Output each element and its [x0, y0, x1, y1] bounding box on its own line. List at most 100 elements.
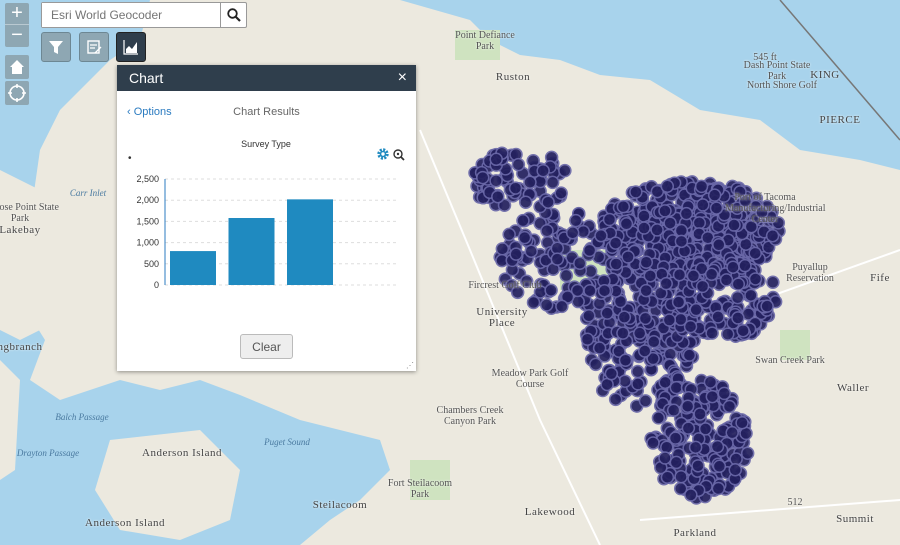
survey-point[interactable]	[639, 283, 653, 298]
survey-point[interactable]	[489, 174, 503, 188]
survey-point[interactable]	[731, 277, 746, 291]
survey-point[interactable]	[491, 189, 505, 204]
survey-point[interactable]	[679, 206, 694, 221]
survey-point[interactable]	[712, 238, 726, 252]
survey-point[interactable]	[658, 204, 672, 218]
survey-point[interactable]	[637, 221, 651, 235]
survey-point[interactable]	[511, 157, 526, 172]
survey-point[interactable]	[731, 311, 745, 325]
survey-point[interactable]	[608, 392, 623, 407]
survey-point[interactable]	[621, 250, 635, 264]
survey-point[interactable]	[760, 299, 774, 313]
home-button[interactable]	[5, 55, 29, 79]
survey-point[interactable]	[629, 185, 643, 199]
survey-point[interactable]	[744, 288, 758, 303]
bar[interactable]	[170, 251, 216, 285]
survey-point[interactable]	[707, 188, 722, 202]
survey-point[interactable]	[717, 386, 732, 401]
survey-point[interactable]	[638, 344, 652, 358]
survey-point[interactable]	[523, 175, 537, 190]
survey-point[interactable]	[740, 446, 755, 460]
survey-point[interactable]	[618, 374, 632, 388]
survey-point[interactable]	[712, 459, 727, 474]
survey-point[interactable]	[695, 279, 710, 294]
survey-point[interactable]	[736, 323, 750, 338]
survey-point[interactable]	[570, 283, 585, 298]
survey-point[interactable]	[582, 243, 597, 258]
survey-point[interactable]	[502, 227, 516, 242]
survey-point[interactable]	[659, 276, 673, 291]
survey-point[interactable]	[489, 152, 503, 167]
survey-point[interactable]	[608, 236, 623, 250]
survey-point[interactable]	[592, 341, 607, 355]
gear-icon[interactable]	[377, 148, 389, 160]
survey-point[interactable]	[475, 170, 490, 185]
bar[interactable]	[287, 199, 333, 285]
survey-point[interactable]	[602, 212, 617, 227]
survey-point[interactable]	[704, 267, 719, 282]
survey-point[interactable]	[540, 224, 554, 238]
survey-point[interactable]	[658, 451, 672, 465]
locate-button[interactable]	[5, 81, 29, 105]
survey-point[interactable]	[721, 327, 735, 341]
survey-point[interactable]	[617, 310, 632, 324]
survey-point[interactable]	[674, 469, 688, 484]
survey-point[interactable]	[609, 257, 623, 271]
survey-point[interactable]	[632, 326, 647, 340]
survey-point[interactable]	[666, 403, 681, 418]
survey-point[interactable]	[662, 313, 677, 327]
survey-point[interactable]	[524, 244, 538, 258]
survey-point[interactable]	[719, 273, 734, 287]
survey-point[interactable]	[559, 268, 574, 283]
survey-point[interactable]	[639, 255, 654, 270]
survey-point[interactable]	[544, 283, 558, 298]
survey-point[interactable]	[565, 226, 580, 240]
survey-point[interactable]	[705, 326, 719, 340]
close-button[interactable]: ×	[398, 69, 407, 87]
filter-button[interactable]	[41, 32, 71, 62]
survey-point[interactable]	[686, 269, 701, 283]
survey-point[interactable]	[748, 246, 762, 261]
survey-point[interactable]	[508, 181, 523, 195]
survey-point[interactable]	[735, 416, 749, 430]
survey-point[interactable]	[597, 283, 612, 298]
survey-point[interactable]	[646, 436, 660, 450]
survey-point[interactable]	[545, 175, 560, 190]
survey-point[interactable]	[663, 216, 677, 230]
survey-point[interactable]	[643, 269, 658, 283]
survey-point[interactable]	[689, 302, 703, 317]
survey-point[interactable]	[650, 223, 664, 237]
survey-point[interactable]	[516, 213, 530, 228]
survey-point[interactable]	[684, 488, 698, 502]
survey-point[interactable]	[536, 164, 550, 178]
survey-point[interactable]	[711, 481, 726, 496]
zoom-out-button[interactable]: −	[5, 25, 29, 47]
survey-point[interactable]	[630, 364, 645, 379]
survey-point[interactable]	[658, 375, 672, 390]
search-button[interactable]	[220, 3, 246, 27]
survey-point[interactable]	[619, 217, 634, 231]
survey-point[interactable]	[569, 213, 583, 228]
survey-point[interactable]	[765, 228, 780, 243]
survey-point[interactable]	[555, 299, 569, 314]
clear-button[interactable]: Clear	[240, 334, 293, 359]
survey-point[interactable]	[604, 366, 619, 381]
survey-point[interactable]	[693, 407, 707, 421]
survey-point[interactable]	[495, 242, 510, 256]
survey-point[interactable]	[539, 298, 554, 312]
survey-point[interactable]	[725, 425, 739, 440]
survey-point[interactable]	[709, 201, 724, 215]
survey-point[interactable]	[703, 375, 718, 389]
survey-point[interactable]	[660, 179, 675, 193]
survey-point[interactable]	[730, 290, 745, 305]
survey-point[interactable]	[594, 228, 608, 243]
survey-point[interactable]	[710, 439, 725, 454]
survey-point[interactable]	[728, 463, 743, 477]
survey-point[interactable]	[694, 179, 709, 194]
survey-point[interactable]	[683, 319, 698, 334]
survey-point[interactable]	[518, 195, 533, 209]
chart-button[interactable]	[116, 32, 146, 62]
survey-point[interactable]	[558, 163, 572, 178]
survey-point[interactable]	[738, 258, 752, 273]
survey-point[interactable]	[674, 234, 689, 249]
